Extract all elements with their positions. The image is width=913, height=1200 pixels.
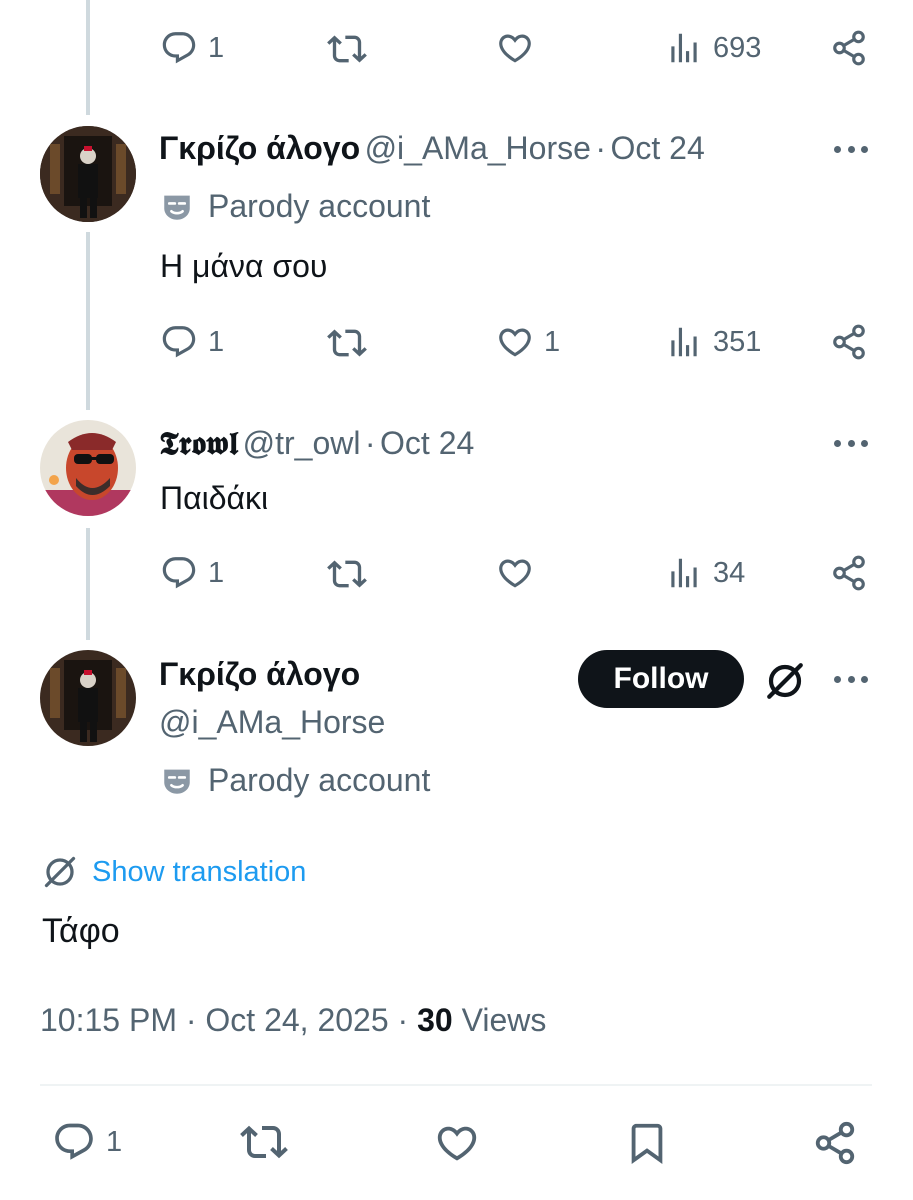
share-icon	[833, 30, 865, 66]
views-icon	[671, 558, 697, 588]
display-name[interactable]: 𝕿𝖗𝖔𝖜𝖑	[159, 424, 238, 462]
timestamp[interactable]: Oct 24	[380, 425, 474, 461]
tweet-header: Γκρίζο άλογο @i_AMa_Horse · Oct 24	[159, 130, 705, 167]
reply-icon	[162, 32, 196, 64]
retweet-icon	[327, 560, 367, 588]
reply-button[interactable]: 1	[160, 29, 224, 67]
like-icon	[437, 1126, 477, 1161]
avatar[interactable]	[40, 420, 136, 516]
views-count: 693	[713, 31, 762, 64]
parody-mask-icon	[164, 195, 190, 220]
display-name[interactable]: Γκρίζο άλογο	[159, 656, 360, 693]
like-button[interactable]	[496, 554, 534, 592]
retweet-icon	[327, 35, 367, 63]
like-button[interactable]	[434, 1120, 480, 1166]
like-button[interactable]	[496, 29, 534, 67]
retweet-button[interactable]	[327, 323, 367, 363]
reply-button[interactable]: 1	[160, 323, 224, 361]
share-button[interactable]	[812, 1120, 858, 1166]
thread-line-top	[86, 0, 90, 115]
tweet-date[interactable]: Oct 24, 2025	[205, 1002, 388, 1038]
retweet-button[interactable]	[240, 1118, 288, 1166]
views-button[interactable]: 351	[665, 323, 761, 361]
bookmark-icon	[631, 1123, 663, 1164]
more-icon[interactable]	[834, 438, 868, 448]
parody-label: Parody account	[208, 188, 431, 224]
share-button[interactable]	[830, 554, 868, 592]
reply-button[interactable]: 1	[160, 554, 224, 592]
reply-count: 1	[208, 325, 225, 358]
thread-line-reply1	[86, 232, 90, 410]
share-icon	[833, 324, 865, 360]
like-button[interactable]: 1	[496, 323, 560, 361]
thread-line-reply2	[86, 528, 90, 640]
views-count: 30	[417, 1002, 453, 1038]
separator: ·	[364, 425, 376, 461]
separator: ·	[185, 1002, 197, 1038]
bookmark-button[interactable]	[624, 1118, 670, 1168]
parody-label: Parody account	[208, 762, 431, 798]
reply-count: 1	[208, 31, 225, 64]
divider	[40, 1084, 872, 1086]
display-name[interactable]: Γκρίζο άλογο	[159, 130, 360, 166]
follow-button[interactable]: Follow	[578, 650, 744, 708]
retweet-icon	[240, 1125, 288, 1159]
share-icon	[833, 555, 865, 591]
retweet-icon	[327, 329, 367, 357]
show-translation-link[interactable]: Show translation	[92, 856, 306, 889]
reply-button[interactable]: 1	[52, 1120, 122, 1164]
show-translation[interactable]: Show translation	[42, 854, 306, 890]
grok-icon	[44, 856, 76, 888]
more-icon[interactable]	[834, 144, 868, 154]
share-button[interactable]	[830, 29, 868, 67]
avatar[interactable]	[40, 650, 136, 746]
views-icon	[671, 327, 697, 357]
views-button[interactable]: 34	[665, 554, 745, 592]
tweet-header: 𝕿𝖗𝖔𝖜𝖑 @tr_owl · Oct 24	[159, 424, 474, 463]
share-icon	[815, 1121, 855, 1165]
tweet-time[interactable]: 10:15 PM	[40, 1002, 177, 1038]
retweet-button[interactable]	[327, 554, 367, 594]
handle[interactable]: @tr_owl	[243, 425, 361, 461]
handle[interactable]: @i_AMa_Horse	[365, 130, 591, 166]
like-icon	[499, 328, 531, 357]
views-icon	[671, 33, 697, 63]
like-icon	[499, 34, 531, 63]
views-count: 34	[713, 556, 746, 589]
views-count: 351	[713, 325, 762, 358]
tweet-meta: 10:15 PM · Oct 24, 2025 · 30 Views	[40, 1002, 546, 1039]
parody-badge: Parody account	[160, 762, 430, 799]
tweet-text: Η μάνα σου	[160, 248, 328, 284]
tweet-text: Τάφο	[42, 912, 120, 950]
reply-icon	[162, 557, 196, 589]
more-icon[interactable]	[834, 674, 868, 684]
reply-icon	[162, 326, 196, 358]
like-icon	[499, 559, 531, 588]
parody-mask-icon	[164, 769, 190, 794]
grok-icon[interactable]	[764, 660, 806, 707]
like-count: 1	[544, 325, 561, 358]
timestamp[interactable]: Oct 24	[610, 130, 704, 166]
handle[interactable]: @i_AMa_Horse	[159, 704, 385, 741]
parody-badge: Parody account	[160, 188, 430, 225]
reply-count: 1	[106, 1125, 123, 1158]
views-button[interactable]: 693	[665, 29, 761, 67]
retweet-button[interactable]	[327, 29, 367, 69]
reply-count: 1	[208, 556, 225, 589]
separator: ·	[397, 1002, 409, 1038]
avatar[interactable]	[40, 126, 136, 222]
reply-icon	[55, 1123, 93, 1160]
views-label: Views	[461, 1002, 547, 1038]
share-button[interactable]	[830, 323, 868, 361]
tweet-text: Παιδάκι	[160, 480, 269, 516]
separator: ·	[595, 130, 607, 166]
